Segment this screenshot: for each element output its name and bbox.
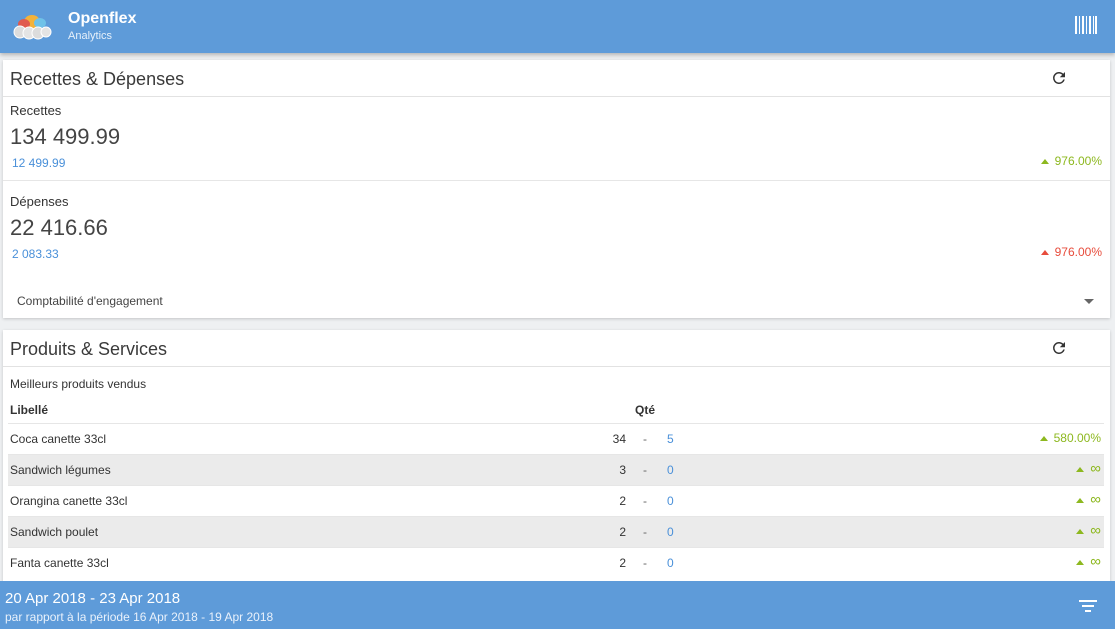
product-change-value: ∞ <box>1090 460 1101 477</box>
divider <box>3 180 1110 181</box>
product-change: 580.00% <box>1039 431 1101 445</box>
depenses-value: 22 416.66 <box>10 215 108 240</box>
card-title: Produits & Services <box>10 339 168 359</box>
product-change: ∞ <box>1076 522 1101 539</box>
product-qty: 34 <box>612 432 626 446</box>
triangle-up-icon <box>1039 435 1048 441</box>
main-content: Recettes & Dépenses Recettes 134 499.99 … <box>0 53 1115 581</box>
product-previous-qty: 5 <box>667 432 674 446</box>
product-change-value: ∞ <box>1090 491 1101 508</box>
refresh-icon[interactable] <box>1050 69 1068 87</box>
recettes-value: 134 499.99 <box>10 124 121 149</box>
table-row[interactable]: Sandwich poulet 2 - 0 ∞ <box>8 516 1104 547</box>
separator: - <box>643 463 647 477</box>
product-previous-qty: 0 <box>667 463 674 477</box>
caret-down-icon <box>1084 299 1094 304</box>
refresh-icon[interactable] <box>1050 339 1068 357</box>
date-range: 20 Apr 2018 - 23 Apr 2018 <box>5 590 181 607</box>
produits-services-card: Produits & Services Meilleurs produits v… <box>3 330 1110 581</box>
triangle-up-icon <box>1076 466 1085 472</box>
table-row[interactable]: Sandwich légumes 3 - 0 ∞ <box>8 454 1104 485</box>
product-qty: 2 <box>619 494 626 508</box>
card-header: Recettes & Dépenses <box>3 60 1110 97</box>
product-qty: 2 <box>619 525 626 539</box>
triangle-up-icon <box>1040 249 1049 255</box>
filter-icon[interactable] <box>1079 599 1097 613</box>
recettes-depenses-card: Recettes & Dépenses Recettes 134 499.99 … <box>3 60 1110 318</box>
triangle-up-icon <box>1040 158 1049 164</box>
depenses-change-value: 976.00% <box>1054 245 1102 259</box>
product-change-value: ∞ <box>1090 522 1101 539</box>
recettes-change-value: 976.00% <box>1054 154 1102 168</box>
triangle-up-icon <box>1076 528 1085 534</box>
separator: - <box>643 494 647 508</box>
depenses-change: 976.00% <box>1040 245 1102 259</box>
depenses-label: Dépenses <box>10 194 69 209</box>
date-range-footer: 20 Apr 2018 - 23 Apr 2018 par rapport à … <box>0 581 1115 629</box>
product-change: ∞ <box>1076 491 1101 508</box>
product-name: Sandwich légumes <box>10 463 111 477</box>
separator: - <box>643 556 647 570</box>
separator: - <box>643 432 647 446</box>
triangle-up-icon <box>1076 559 1085 565</box>
triangle-up-icon <box>1076 497 1085 503</box>
comparison-range: par rapport à la période 16 Apr 2018 - 1… <box>5 610 274 624</box>
product-qty: 2 <box>619 556 626 570</box>
recettes-previous: 12 499.99 <box>12 156 66 170</box>
cloud-logo-icon <box>13 15 52 40</box>
column-header-label: Libellé <box>10 403 49 417</box>
app-title: Openflex <box>68 10 137 27</box>
table-row[interactable]: Orangina canette 33cl 2 - 0 ∞ <box>8 485 1104 516</box>
recettes-label: Recettes <box>10 103 62 118</box>
product-change-value: 580.00% <box>1053 431 1101 445</box>
product-change: ∞ <box>1076 460 1101 477</box>
product-previous-qty: 0 <box>667 494 674 508</box>
product-change-value: ∞ <box>1090 553 1101 570</box>
table-row[interactable]: Fanta canette 33cl 2 - 0 ∞ <box>8 547 1104 578</box>
product-previous-qty: 0 <box>667 556 674 570</box>
barcode-icon[interactable] <box>1075 16 1097 34</box>
product-name: Fanta canette 33cl <box>10 556 109 570</box>
accounting-mode-select[interactable]: Comptabilité d'engagement <box>10 288 1098 314</box>
product-name: Coca canette 33cl <box>10 432 107 446</box>
app-subtitle: Analytics <box>68 30 113 42</box>
table-row[interactable]: Coca canette 33cl 34 - 5 580.00% <box>8 423 1104 454</box>
accounting-mode-value: Comptabilité d'engagement <box>17 294 163 308</box>
card-title: Recettes & Dépenses <box>10 69 185 89</box>
recettes-change: 976.00% <box>1040 154 1102 168</box>
product-name: Orangina canette 33cl <box>10 494 128 508</box>
product-name: Sandwich poulet <box>10 525 99 539</box>
section-label: Meilleurs produits vendus <box>10 377 147 391</box>
product-change: ∞ <box>1076 553 1101 570</box>
depenses-previous: 2 083.33 <box>12 247 59 261</box>
product-previous-qty: 0 <box>667 525 674 539</box>
column-header-qty: Qté <box>635 403 656 417</box>
separator: - <box>643 525 647 539</box>
card-header: Produits & Services <box>3 330 1110 367</box>
app-bar: Openflex Analytics <box>0 0 1115 53</box>
product-qty: 3 <box>619 463 626 477</box>
